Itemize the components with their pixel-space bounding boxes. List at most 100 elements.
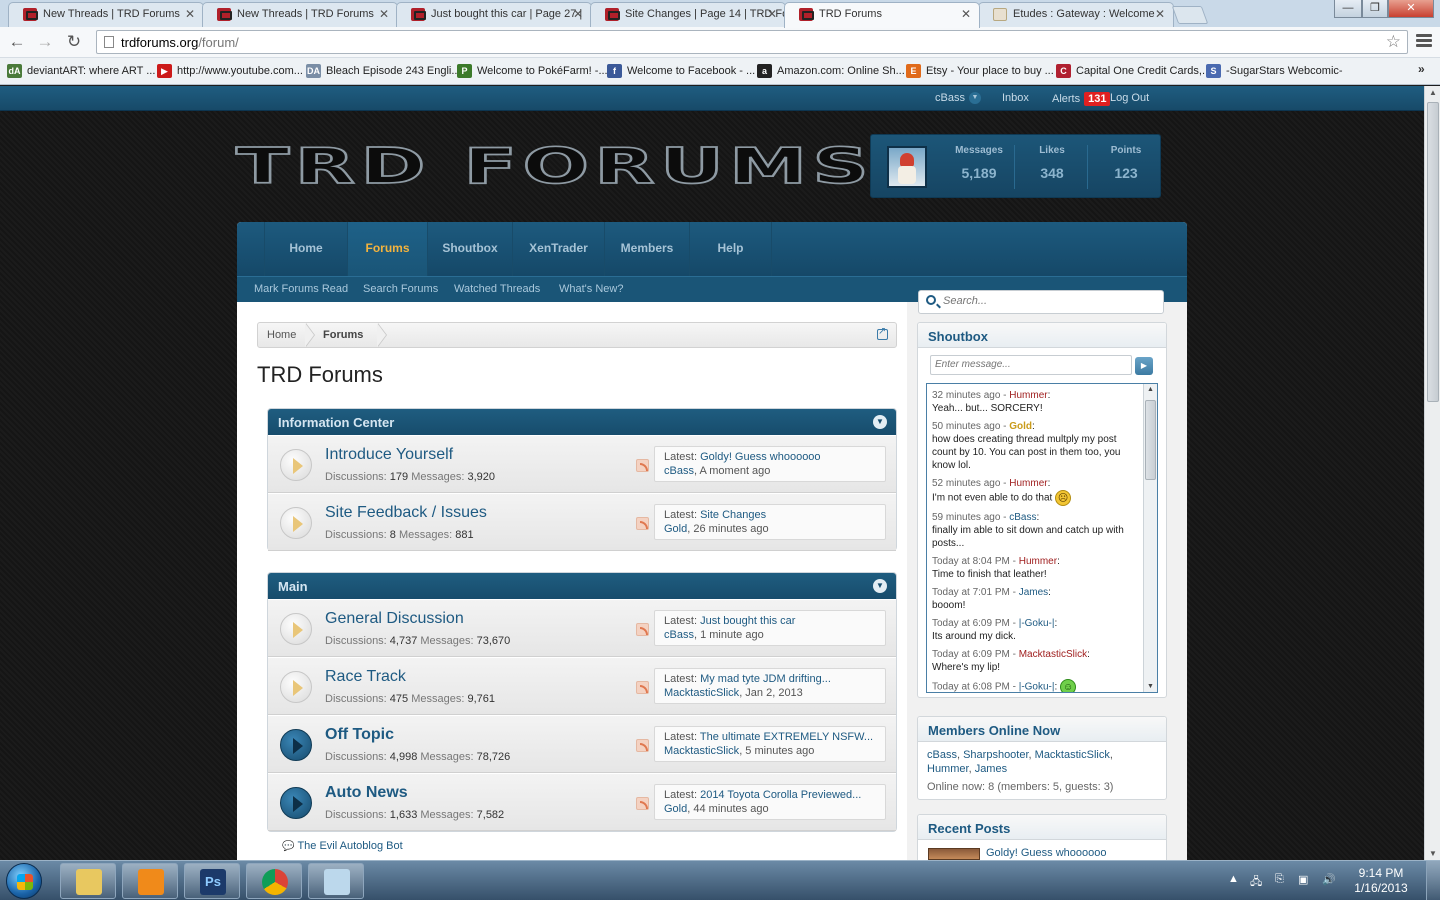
latest-user-link[interactable]: cBass [664,629,694,641]
collapse-icon[interactable]: ▼ [873,579,887,593]
breadcrumb-home[interactable]: Home [267,323,296,347]
latest-thread-link[interactable]: Goldy! Guess whoooooo [700,451,820,463]
browser-tab[interactable]: TRD Forums ✕ [784,2,980,28]
reload-icon[interactable]: ↻ [62,31,86,53]
browser-tab[interactable]: Etudes : Gateway : Welcome ✕ [978,2,1174,27]
new-tab-button[interactable] [1171,6,1209,24]
bookmark-item[interactable]: E Etsy - Your place to buy ... [906,64,1054,79]
bookmark-item[interactable]: C Capital One Credit Cards,... [1056,64,1211,79]
shout-user-link[interactable]: Gold [1009,421,1032,432]
tab-close-icon[interactable]: ✕ [1155,3,1165,26]
latest-thread-link[interactable]: My mad tyte JDM drifting... [700,673,831,685]
network-icon[interactable]: 🖧 [1250,873,1262,892]
taskbar-app-photoshop[interactable]: Ps [184,863,240,899]
device-icon[interactable]: ⎘ [1275,873,1284,886]
forum-read-icon[interactable] [280,671,312,703]
tab-close-icon[interactable]: ✕ [379,3,389,26]
online-member-link[interactable]: Sharpshooter [963,749,1028,761]
forum-read-icon[interactable] [280,507,312,539]
shout-user-link[interactable]: James [1019,587,1048,598]
volume-icon[interactable]: 🔊 [1322,873,1336,886]
rss-icon[interactable] [636,459,649,472]
tab-close-icon[interactable]: ✕ [961,3,971,26]
nav-tab-members[interactable]: Members [605,222,690,276]
bookmark-item[interactable]: DA Bleach Episode 243 Engli... [306,64,461,79]
site-logo[interactable]: TRD FORUMS [235,134,870,198]
nav-tab-xentrader[interactable]: XenTrader [513,222,605,276]
watched-threads-link[interactable]: Watched Threads [454,283,540,295]
forum-title-link[interactable]: Race Track [325,668,406,686]
forward-icon[interactable]: → [33,31,57,53]
minimize-button[interactable]: — [1334,0,1362,18]
start-button[interactable] [6,863,42,899]
bookmark-item[interactable]: f Welcome to Facebook - ... [607,64,755,79]
browser-tab[interactable]: New Threads | TRD Forums ✕ [8,2,204,27]
avatar[interactable] [887,146,927,188]
taskbar-app-media-player[interactable] [122,863,178,899]
forum-title-link[interactable]: Auto News [325,784,408,802]
forum-read-icon[interactable] [280,449,312,481]
forum-unread-icon[interactable] [280,729,312,761]
latest-thread-link[interactable]: Site Changes [700,509,766,521]
search-box[interactable] [918,290,1164,314]
alerts-link[interactable]: Alerts 131 [1052,92,1111,106]
online-member-link[interactable]: MacktasticSlick [1035,749,1110,761]
tab-close-icon[interactable]: ✕ [185,3,195,26]
system-clock[interactable]: 9:14 PM 1/16/2013 [1348,866,1414,896]
linked-forum-evil-autoblog-bot[interactable]: The Evil Autoblog Bot [282,840,402,852]
forum-unread-icon[interactable] [280,787,312,819]
whats-new-link[interactable]: What's New? [559,283,623,295]
back-icon[interactable]: ← [5,31,29,53]
search-forums-link[interactable]: Search Forums [363,283,438,295]
latest-thread-link[interactable]: The ultimate EXTREMELY NSFW... [700,731,873,743]
taskbar-app-explorer[interactable] [60,863,116,899]
rss-icon[interactable] [636,739,649,752]
rss-icon[interactable] [636,797,649,810]
shout-user-link[interactable]: Hummer [1009,390,1047,401]
browser-tab[interactable]: New Threads | TRD Forums ✕ [202,2,398,27]
bookmark-item[interactable]: ▶ http://www.youtube.com... [157,64,303,79]
latest-thread-link[interactable]: Just bought this car [700,615,795,627]
search-input[interactable] [943,295,1153,307]
browser-tab[interactable]: Just bought this car | Page 27 | ✕ [396,2,592,27]
shout-message-input[interactable] [935,359,1125,370]
latest-thread-link[interactable]: 2014 Toyota Corolla Previewed... [700,789,861,801]
bookmark-item[interactable]: a Amazon.com: Online Sh... [757,64,905,79]
latest-user-link[interactable]: Gold [664,523,687,535]
nav-tab-shoutbox[interactable]: Shoutbox [428,222,513,276]
bookmark-item[interactable]: S -SugarStars Webcomic- [1206,64,1343,79]
bookmark-star-icon[interactable]: ☆ [1386,32,1401,52]
mark-forums-read-link[interactable]: Mark Forums Read [254,283,348,295]
nav-tab-forums[interactable]: Forums [348,222,428,276]
menu-icon[interactable] [1416,32,1432,50]
shout-user-link[interactable]: Hummer [1009,478,1047,489]
latest-user-link[interactable]: MacktasticSlick [664,687,739,699]
online-member-link[interactable]: Hummer [927,763,969,775]
shout-user-link[interactable]: |-Goku-| [1019,618,1055,629]
online-member-link[interactable]: James [975,763,1007,775]
latest-user-link[interactable]: cBass [664,465,694,477]
rss-icon[interactable] [636,623,649,636]
shout-input-box[interactable] [930,355,1132,375]
rss-icon[interactable] [636,681,649,694]
taskbar-app-notepad[interactable] [308,863,364,899]
tray-expand-icon[interactable]: ▲ [1228,873,1239,885]
breadcrumb-forums[interactable]: Forums [323,323,363,347]
online-member-link[interactable]: cBass [927,749,957,761]
address-bar[interactable]: trdforums.org/forum/ ☆ [96,30,1408,54]
latest-user-link[interactable]: Gold [664,803,687,815]
jump-icon[interactable] [877,326,888,340]
latest-user-link[interactable]: MacktasticSlick [664,745,739,757]
tab-close-icon[interactable]: ✕ [573,3,583,26]
bookmark-item[interactable]: P Welcome to PokéFarm! -... [457,64,608,79]
shout-user-link[interactable]: Hummer [1019,556,1057,567]
maximize-button[interactable]: ❐ [1362,0,1388,18]
forum-title-link[interactable]: Introduce Yourself [325,446,453,464]
browser-tab[interactable]: Site Changes | Page 14 | TRD Fo ✕ [590,2,786,27]
show-desktop-button[interactable] [1426,861,1440,900]
shout-user-link[interactable]: cBass [1009,512,1036,523]
inbox-link[interactable]: Inbox [1002,92,1029,104]
bookmarks-more-icon[interactable]: » [1418,62,1425,76]
nav-tab-help[interactable]: Help [690,222,772,276]
close-window-button[interactable]: ✕ [1388,0,1434,18]
